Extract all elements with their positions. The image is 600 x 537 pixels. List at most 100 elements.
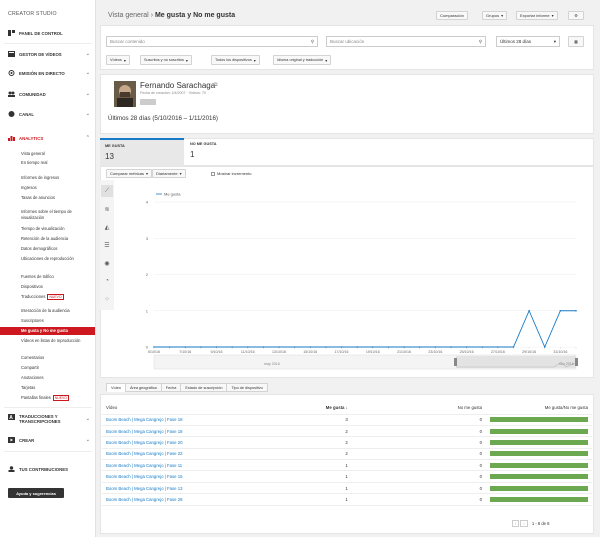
sidebar-item-live[interactable]: EMISIÓN EN DIRECTO ⌄ (8, 68, 90, 78)
x-tick-label: 27/10/16 (491, 350, 505, 354)
location-search-input[interactable]: Buscar ubicación ⚲ (326, 36, 486, 47)
sidebar-item-channel[interactable]: CANAL ⌄ (8, 109, 90, 119)
next-page-button[interactable]: › (520, 520, 528, 527)
sidebar-link-watch-time-reports[interactable]: Informes sobre el tiempo de visualizació… (21, 209, 93, 220)
likes-count: 1 (293, 459, 352, 472)
sidebar-link-subscribers[interactable]: Suscriptores (21, 318, 93, 324)
video-link[interactable]: Boom Beach | Mega Cangrejo | Fase 18 (102, 425, 294, 438)
new-badge: NUEVO (47, 294, 64, 300)
svg-text:A: A (9, 415, 13, 420)
sidebar-link-playlist-videos[interactable]: Vídeos en listas de reproducción (21, 338, 93, 344)
compare-metrics-button[interactable]: Comparar métricas ▾ (106, 169, 153, 178)
link-icon[interactable]: ⧉ (214, 82, 218, 88)
data-point (293, 346, 296, 348)
scatter-icon[interactable]: ⁘ (101, 293, 113, 305)
line-chart-icon[interactable]: ⟋ (101, 185, 113, 197)
data-point (512, 346, 515, 348)
legend-label: Me gusta (164, 192, 181, 197)
sidebar-item-translations[interactable]: A TRADUCCIONES Y TRANSCRIPCIONES ⌄ (8, 414, 90, 426)
granularity-button[interactable]: Diariamente ▾ (152, 169, 186, 178)
prev-page-button[interactable]: ‹ (512, 520, 520, 527)
sidebar-link-playback-locations[interactable]: Ubicaciones de reproducción (21, 256, 93, 262)
content-search-input[interactable]: Buscar contenido ⚲ (106, 36, 318, 47)
filter-devices[interactable]: Todos los dispositivos ▾ (211, 55, 260, 65)
sidebar-link-ad-rates[interactable]: Tasas de anuncios (21, 195, 93, 201)
bar-chart-icon[interactable]: ☰ (101, 239, 113, 251)
sidebar-item-analytics[interactable]: ANALYTICS ⌃ (8, 133, 90, 143)
sidebar-link-audience-retention[interactable]: Retención de la audiencia (21, 236, 93, 242)
filter-subscribed[interactable]: Suscritos y no suscritos ▾ (140, 55, 192, 65)
sidebar-link-audience-interaction[interactable]: Interacción de la audiencia (21, 308, 93, 314)
table-row: Boom Beach | Mega Cangrejo | Fase 11 1 0 (102, 459, 592, 472)
calendar-icon: ▦ (574, 39, 578, 44)
caret-icon: ▾ (253, 58, 256, 63)
column-video[interactable]: Vídeo (102, 402, 294, 415)
export-button[interactable]: Exportar informe ▾ (516, 11, 558, 20)
video-link[interactable]: Boom Beach | Mega Cangrejo | Fase 13 (102, 482, 294, 495)
date-range-select[interactable]: Últimos 28 días ▾ (496, 36, 560, 47)
tab-subscription[interactable]: Estado de suscripción (180, 383, 228, 392)
sidebar-link-sharing[interactable]: Compartir (21, 365, 93, 371)
tab-geography[interactable]: Área geográfica (124, 383, 162, 392)
column-ratio[interactable]: Me gusta/No me gusta (485, 402, 592, 415)
settings-button[interactable]: ⚙ (568, 11, 584, 20)
ratio-cell (485, 482, 592, 495)
sidebar-link-likes-dislikes[interactable]: Me gusta y No me gusta (0, 327, 95, 335)
table-header: Vídeo Me gusta ↓ No me gusta Me gusta/No… (102, 402, 592, 415)
sidebar-link-devices[interactable]: Dispositivos (21, 284, 93, 290)
x-tick-label: 11/10/16 (241, 350, 255, 354)
navigator-start-label: may 2016 (264, 362, 280, 366)
sidebar-link-realtime[interactable]: En tiempo real (21, 160, 93, 166)
sidebar-item-community[interactable]: COMUNIDAD ⌄ (8, 89, 90, 99)
video-link[interactable]: Boom Beach | Mega Cangrejo | Fase 18 (102, 414, 294, 426)
stacked-area-icon[interactable]: ◭ (101, 221, 113, 233)
search-icon: ⚲ (310, 38, 314, 44)
multiline-chart-icon[interactable]: ≋ (101, 203, 113, 215)
filter-language[interactable]: Idioma original y traducción ▾ (273, 55, 332, 65)
sidebar-link-annotations[interactable]: Anotaciones (21, 375, 93, 381)
sidebar-link-traffic-sources[interactable]: Fuentes de tráfico (21, 274, 93, 280)
sidebar-link-cards[interactable]: Tarjetas (21, 385, 93, 391)
likes-count: 3 (293, 414, 352, 426)
metric-dislikes[interactable]: NO ME GUSTA 1 (185, 138, 269, 166)
sidebar-link-revenue[interactable]: Ingresos (21, 185, 93, 191)
sidebar-link-watch-time[interactable]: Tiempo de visualización (21, 226, 93, 232)
sidebar-link-translations[interactable]: Traducciones NUEVO (21, 294, 93, 300)
groups-button[interactable]: Grupos ▾ (482, 11, 508, 20)
dislikes-count: 0 (351, 448, 486, 461)
sidebar-item-dashboard[interactable]: PANEL DE CONTROL (8, 28, 90, 38)
report-title: Me gusta y No me gusta (154, 12, 236, 19)
sidebar-link-comments[interactable]: Comentarios (21, 355, 93, 361)
sidebar-item-create[interactable]: CREAR ⌄ (8, 435, 90, 445)
sidebar-item-video-manager[interactable]: GESTOR DE VÍDEOS ⌄ (8, 49, 90, 59)
breadcrumb-overview[interactable]: Vista general (108, 12, 149, 19)
sidebar-link-demographics[interactable]: Datos demográficos (21, 246, 93, 252)
sidebar-item-contributions[interactable]: TUS CONTRIBUCIONES (8, 464, 90, 474)
video-link[interactable]: Boom Beach | Mega Cangrejo | Fase 15 (102, 470, 294, 483)
help-feedback-button[interactable]: Ayuda y sugerencias (8, 488, 64, 498)
sidebar-link-end-screens[interactable]: Pantallas finales NUEVO (21, 395, 93, 401)
show-increment-checkbox[interactable]: Mostrar incremento (211, 171, 251, 176)
column-dislikes[interactable]: No me gusta (351, 402, 486, 415)
map-icon[interactable]: ◉ (101, 257, 113, 269)
tab-device[interactable]: Tipo de dispositivo (226, 383, 268, 392)
tab-video[interactable]: Vídeo (106, 383, 126, 392)
compare-button[interactable]: Comparación (436, 11, 468, 20)
pie-chart-icon[interactable]: ◔ (101, 275, 113, 287)
video-link[interactable]: Boom Beach | Mega Cangrejo | Fase 11 (102, 459, 294, 472)
video-link[interactable]: Boom Beach | Mega Cangrejo | Fase 28 (102, 493, 294, 506)
create-icon (8, 437, 15, 443)
sidebar-link-revenue-reports[interactable]: Informes de ingresos (21, 175, 93, 181)
column-likes[interactable]: Me gusta ↓ (293, 402, 352, 415)
calendar-button[interactable]: ▦ (568, 36, 584, 47)
data-point (434, 346, 437, 348)
filter-videos[interactable]: Vídeos ▾ (106, 55, 130, 65)
channel-badge (140, 99, 156, 105)
sidebar-link-overview[interactable]: Vista general (21, 151, 93, 157)
data-point (309, 346, 312, 348)
sidebar: CREATOR STUDIO PANEL DE CONTROL GESTOR D… (0, 0, 96, 537)
video-link[interactable]: Boom Beach | Mega Cangrejo | Fase 20 (102, 436, 294, 449)
metric-likes[interactable]: ME GUSTA 13 (100, 138, 184, 166)
tab-date[interactable]: Fecha (160, 383, 182, 392)
video-link[interactable]: Boom Beach | Mega Cangrejo | Fase 22 (102, 448, 294, 461)
